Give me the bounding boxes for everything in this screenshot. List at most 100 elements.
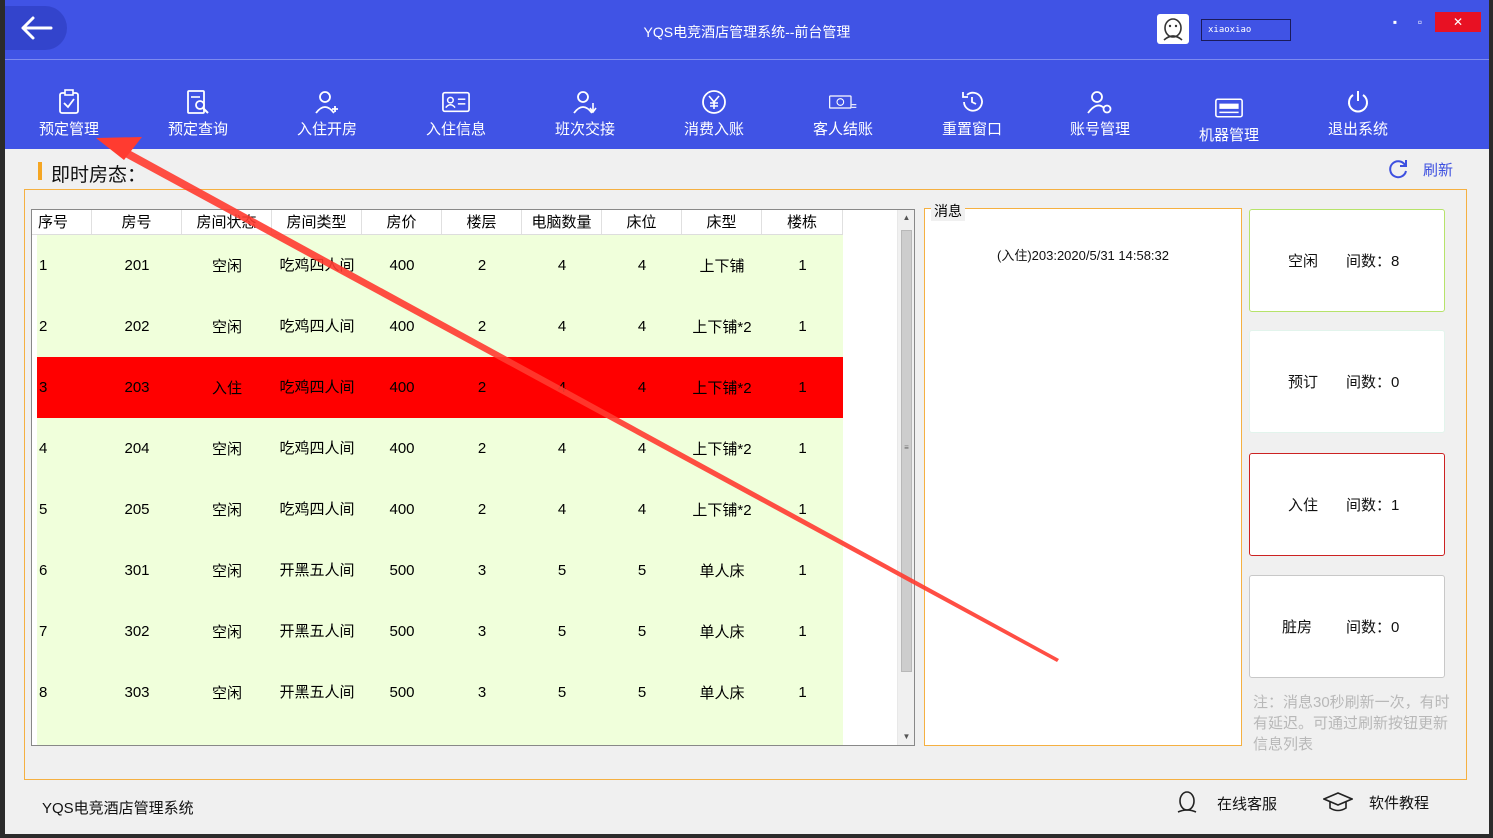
column-header[interactable]: 房间状态 bbox=[182, 210, 272, 234]
online-service-label: 在线客服 bbox=[1217, 795, 1278, 813]
status-name: 脏房 bbox=[1282, 619, 1313, 636]
table-cell: 4 bbox=[39, 440, 48, 457]
table-row[interactable]: 5 205 空闲 吃鸡四人间 400 2 4 4 上下铺*2 1 bbox=[37, 479, 843, 540]
table-cell: 4 bbox=[637, 257, 647, 274]
table-cell: 2 bbox=[477, 318, 487, 335]
table-cell: 4 bbox=[557, 440, 567, 457]
column-header[interactable]: 楼层 bbox=[442, 210, 522, 234]
graduation-cap-icon bbox=[1323, 792, 1353, 812]
table-cell: 空闲 bbox=[211, 685, 242, 702]
vertical-scrollbar[interactable]: ▲ ≡ ▼ bbox=[897, 210, 914, 745]
room-table: 序号 房号 房间状态 房间类型 房价 楼层 电脑数量 床位 床型 楼栋 1 201… bbox=[31, 209, 915, 746]
toolbar-shift-handover[interactable]: 班次交接 bbox=[535, 60, 635, 149]
table-cell: 吃鸡四人间 bbox=[279, 440, 355, 457]
table-row[interactable]: 7 302 空闲 开黑五人间 500 3 5 5 单人床 1 bbox=[37, 601, 843, 662]
toolbar-label: 预定管理 bbox=[38, 121, 99, 138]
table-header: 序号 房号 房间状态 房间类型 房价 楼层 电脑数量 床位 床型 楼栋 bbox=[32, 210, 843, 235]
table-cell: 1 bbox=[798, 318, 807, 335]
table-row[interactable]: 8 303 空闲 开黑五人间 500 3 5 5 单人床 1 bbox=[37, 662, 843, 723]
column-header[interactable]: 电脑数量 bbox=[522, 210, 602, 234]
status-card-reserved[interactable]: 预订 间数：0 bbox=[1249, 330, 1445, 433]
status-name: 空闲 bbox=[1288, 253, 1319, 270]
refresh-button[interactable]: 刷新 bbox=[1387, 158, 1453, 180]
table-cell: 单人床 bbox=[699, 563, 745, 580]
table-cell: 5 bbox=[637, 562, 647, 579]
column-header[interactable]: 房号 bbox=[92, 210, 182, 234]
avatar[interactable] bbox=[1157, 14, 1189, 44]
column-header[interactable]: 房间类型 bbox=[272, 210, 362, 234]
table-cell: 203 bbox=[124, 379, 150, 396]
table-cell: 4 bbox=[637, 318, 647, 335]
table-cell: 1 bbox=[798, 501, 807, 518]
tutorial-button[interactable]: 软件教程 bbox=[1323, 790, 1429, 814]
toolbar-machine-manage[interactable]: 机器管理 bbox=[1179, 60, 1279, 149]
table-cell: 302 bbox=[124, 623, 150, 640]
table-cell: 400 bbox=[389, 257, 415, 274]
status-count: 间数：0 bbox=[1346, 374, 1400, 391]
main-toolbar: 预定管理 预定查询 入住开房 入住信息 班次交接 消费入账 客人结账 重置窗口 bbox=[5, 60, 1489, 149]
toolbar-checkin[interactable]: 入住开房 bbox=[277, 60, 377, 149]
table-row[interactable]: 4 204 空闲 吃鸡四人间 400 2 4 4 上下铺*2 1 bbox=[37, 418, 843, 479]
table-cell: 400 bbox=[389, 501, 415, 518]
table-row[interactable]: 1 201 空闲 吃鸡四人间 400 2 4 4 上下铺 1 bbox=[37, 235, 843, 296]
table-cell: 开黑五人间 bbox=[279, 623, 355, 640]
table-cell: 500 bbox=[389, 623, 415, 640]
status-card-free[interactable]: 空闲 间数：8 bbox=[1249, 209, 1445, 312]
toolbar-label: 班次交接 bbox=[554, 121, 615, 138]
refresh-icon bbox=[1389, 160, 1407, 179]
table-row[interactable]: 6 301 空闲 开黑五人间 500 3 5 5 单人床 1 bbox=[37, 540, 843, 601]
table-row[interactable]: 3 203 入住 吃鸡四人间 400 2 4 4 上下铺*2 1 bbox=[37, 357, 843, 418]
scroll-down-icon[interactable]: ▼ bbox=[898, 729, 914, 745]
table-row[interactable]: 开黑五人 bbox=[37, 723, 843, 745]
toolbar-label: 重置窗口 bbox=[941, 121, 1002, 138]
column-header[interactable]: 床位 bbox=[602, 210, 682, 234]
add-user-icon bbox=[313, 88, 341, 116]
table-cell: 400 bbox=[389, 440, 415, 457]
refresh-label: 刷新 bbox=[1423, 161, 1454, 179]
minimize-button[interactable]: ▪ bbox=[1385, 12, 1405, 32]
username-field: xiaoxiao bbox=[1201, 19, 1291, 41]
table-cell: 205 bbox=[124, 501, 150, 518]
status-count: 间数：0 bbox=[1346, 619, 1400, 636]
refresh-note: 注：消息30秒刷新一次，有时有延迟。可通过刷新按钮更新信息列表 bbox=[1253, 694, 1450, 753]
toolbar-checkin-info[interactable]: 入住信息 bbox=[406, 60, 506, 149]
maximize-button[interactable]: ▫ bbox=[1410, 12, 1430, 32]
table-cell: 7 bbox=[39, 623, 48, 640]
column-header[interactable]: 序号 bbox=[32, 210, 92, 234]
toolbar-reservation-manage[interactable]: 预定管理 bbox=[19, 60, 119, 149]
table-cell: 6 bbox=[39, 562, 48, 579]
toolbar-exit[interactable]: 退出系统 bbox=[1308, 60, 1408, 149]
online-service-button[interactable]: 在线客服 bbox=[1175, 790, 1277, 816]
section-title: 即时房态： bbox=[51, 165, 147, 186]
column-header[interactable]: 床型 bbox=[682, 210, 762, 234]
qq-penguin-icon bbox=[1177, 791, 1197, 813]
table-cell: 500 bbox=[389, 562, 415, 579]
toolbar-label: 客人结账 bbox=[812, 121, 873, 138]
table-cell: 1 bbox=[798, 257, 807, 274]
scroll-grip-icon: ≡ bbox=[904, 443, 909, 452]
status-card-dirty[interactable]: 脏房 间数：0 bbox=[1249, 575, 1445, 678]
table-cell: 3 bbox=[39, 379, 48, 396]
table-row[interactable]: 2 202 空闲 吃鸡四人间 400 2 4 4 上下铺*2 1 bbox=[37, 296, 843, 357]
toolbar-reset-window[interactable]: 重置窗口 bbox=[922, 60, 1022, 149]
table-cell: 400 bbox=[389, 379, 415, 396]
table-cell: 303 bbox=[124, 684, 150, 701]
clipboard-check-icon bbox=[55, 88, 83, 116]
table-cell: 3 bbox=[477, 684, 487, 701]
status-card-occupied[interactable]: 入住 间数：1 bbox=[1249, 453, 1445, 556]
table-cell: 5 bbox=[557, 684, 567, 701]
toolbar-account-manage[interactable]: 账号管理 bbox=[1050, 60, 1150, 149]
table-cell: 空闲 bbox=[211, 563, 242, 580]
column-header[interactable]: 楼栋 bbox=[762, 210, 843, 234]
column-header[interactable]: 房价 bbox=[362, 210, 442, 234]
table-cell: 2 bbox=[477, 257, 487, 274]
table-cell: 1 bbox=[39, 257, 48, 274]
app-window: YQS电竞酒店管理系统--前台管理 xiaoxiao ▪ ▫ ✕ 预定管理 预定… bbox=[5, 0, 1489, 834]
table-cell: 2 bbox=[477, 379, 487, 396]
close-button[interactable]: ✕ bbox=[1435, 12, 1481, 32]
toolbar-consumption[interactable]: 消费入账 bbox=[664, 60, 764, 149]
toolbar-reservation-query[interactable]: 预定查询 bbox=[148, 60, 248, 149]
scroll-up-icon[interactable]: ▲ bbox=[898, 210, 914, 226]
toolbar-checkout[interactable]: 客人结账 bbox=[793, 60, 893, 149]
table-cell: 吃鸡四人间 bbox=[279, 501, 355, 518]
